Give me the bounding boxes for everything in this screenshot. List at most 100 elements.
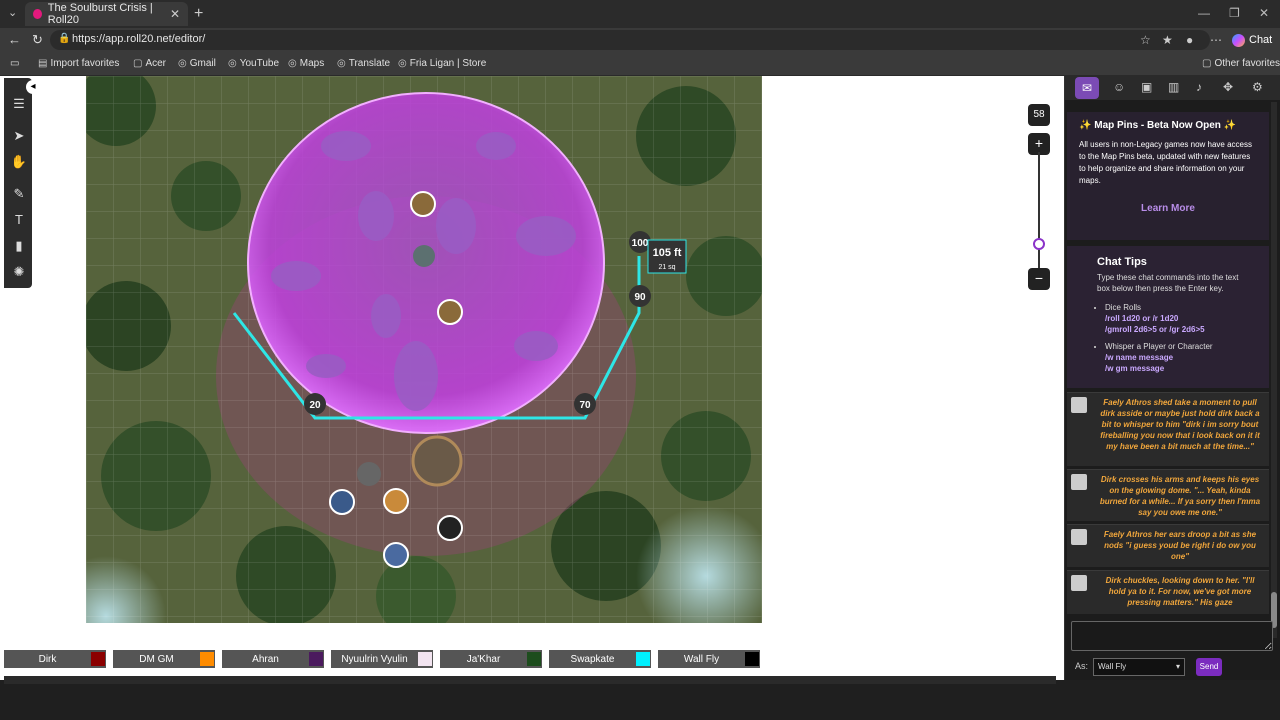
copilot-chat-button[interactable]: Chat (1232, 31, 1272, 49)
token-creature-2 (437, 299, 463, 325)
favorites-icon[interactable]: ★ (1162, 33, 1173, 47)
player-color-swatch[interactable] (200, 652, 214, 666)
avatar (1071, 397, 1087, 413)
tab-settings-icon[interactable]: ⚙ (1252, 80, 1263, 94)
browser-tab-bar: ⌄ The Soulburst Crisis | Roll20 ✕ + — ❐ … (0, 0, 1280, 28)
avatar (1071, 529, 1087, 545)
player-entry[interactable]: Nyuulrin Vyulin (331, 650, 433, 668)
menu-icon[interactable]: ☰ (10, 96, 28, 112)
url-field[interactable]: 🔒 https://app.roll20.net/editor/ (50, 30, 1210, 50)
player-color-swatch[interactable] (91, 652, 105, 666)
speaking-as-label: As: (1075, 661, 1089, 671)
back-icon[interactable]: ← (8, 32, 21, 47)
player-entry[interactable]: DM GM (113, 650, 215, 668)
measure-marker-20: 20 (304, 393, 326, 415)
minimize-icon[interactable]: — (1198, 6, 1210, 20)
tab-jukebox-icon[interactable]: ♪ (1196, 80, 1202, 94)
bookmark-maps[interactable]: ◎ Maps (288, 58, 324, 69)
player-entry[interactable]: Dirk (4, 650, 106, 668)
svg-text:90: 90 (634, 292, 646, 303)
close-tab-icon[interactable]: ✕ (170, 7, 180, 21)
battle-map[interactable]: 20 70 90 100 105 ft 21 sq (86, 76, 762, 623)
chat-tips-title: Chat Tips (1097, 256, 1147, 268)
more-menu-icon[interactable]: ⋯ (1210, 33, 1222, 47)
svg-text:21 sq: 21 sq (658, 264, 675, 271)
refresh-icon[interactable]: ↻ (32, 32, 43, 48)
collapse-toolbar-icon[interactable]: ◂ (26, 80, 40, 94)
map-canvas[interactable]: 20 70 90 100 105 ft 21 sq (86, 76, 762, 623)
player-color-swatch[interactable] (309, 652, 323, 666)
zoom-out-button[interactable]: − (1028, 268, 1050, 290)
tab-decks-icon[interactable]: ✥ (1223, 80, 1233, 94)
announcement-body: All users in non-Legacy games now have a… (1079, 140, 1252, 185)
chat-input[interactable] (1071, 621, 1273, 651)
player-color-swatch[interactable] (745, 652, 759, 666)
chat-label: Chat (1249, 34, 1273, 46)
learn-more-link[interactable]: Learn More (1079, 203, 1257, 214)
tab-list-icon[interactable]: ⌄ (8, 6, 17, 19)
restore-icon[interactable]: ❐ (1229, 6, 1240, 20)
profile-icon[interactable]: ● (1186, 33, 1193, 47)
close-window-icon[interactable]: ✕ (1259, 6, 1269, 20)
zoom-level: 58 (1028, 104, 1050, 126)
player-entry[interactable]: Swapkate (549, 650, 651, 668)
token-faely (383, 542, 409, 568)
sidebar-toggle-icon[interactable]: ▭ (10, 58, 19, 69)
zoom-track[interactable] (1038, 152, 1040, 272)
settings-tool-icon[interactable]: ✺ (10, 264, 28, 280)
tab-chat-icon[interactable]: ✉ (1075, 77, 1099, 99)
svg-text:100: 100 (632, 238, 649, 249)
horizontal-scrollbar[interactable] (4, 676, 1056, 684)
player-entry[interactable]: Ahran (222, 650, 324, 668)
copilot-icon (1232, 33, 1245, 47)
roll20-favicon-icon (33, 9, 42, 19)
app-root: { "browser": { "tab_title": "The Soulbur… (0, 0, 1280, 720)
token-character-large (411, 435, 463, 487)
ruler-tool-icon[interactable]: ▮ (10, 238, 28, 254)
chat-tips-description: Type these chat commands into the text b… (1097, 273, 1239, 293)
player-color-swatch[interactable] (636, 652, 650, 666)
tab-compendium-icon[interactable]: ▥ (1168, 80, 1179, 94)
bookmark-gmail[interactable]: ◎ Gmail (178, 58, 216, 69)
player-entry[interactable]: Ja'Khar (440, 650, 542, 668)
player-name: Dirk (38, 653, 57, 665)
browser-tab[interactable]: The Soulburst Crisis | Roll20 ✕ (25, 2, 188, 26)
other-favorites[interactable]: ▢ Other favorites (1202, 58, 1280, 69)
select-tool-icon[interactable]: ➤ (10, 128, 28, 144)
chat-scrollbar[interactable] (1271, 102, 1277, 638)
url-text: https://app.roll20.net/editor/ (72, 33, 206, 45)
speaking-as-select[interactable]: Wall Fly ▾ (1093, 658, 1185, 676)
sidebar-panel: ✉ ☺ ▣ ▥ ♪ ✥ ⚙ ✨ Map Pins - Beta Now Open… (1064, 76, 1280, 680)
tab-journal-icon[interactable]: ▣ (1141, 80, 1152, 94)
player-entry[interactable]: Wall Fly (658, 650, 760, 668)
sidebar-tabs: ✉ ☺ ▣ ▥ ♪ ✥ ⚙ (1065, 76, 1280, 100)
tab-art-library-icon[interactable]: ☺ (1113, 80, 1125, 94)
favorite-star-icon[interactable]: ☆ (1140, 33, 1151, 47)
bookmark-import-favorites[interactable]: ▤ Import favorites (38, 58, 119, 69)
player-color-swatch[interactable] (418, 652, 432, 666)
chat-tips: Chat Tips Type these chat commands into … (1067, 246, 1269, 388)
token-ahran (383, 488, 409, 514)
player-color-swatch[interactable] (527, 652, 541, 666)
text-tool-icon[interactable]: T (10, 212, 28, 227)
player-name: Wall Fly (683, 653, 720, 665)
zoom-slider-handle[interactable] (1033, 238, 1045, 250)
bookmark-acer[interactable]: ▢ Acer (133, 58, 166, 69)
lock-icon: 🔒 (58, 33, 71, 44)
measure-marker-70: 70 (574, 393, 596, 415)
bookmark-fria-ligan[interactable]: ◎ Fria Ligan | Store (398, 58, 486, 69)
new-tab-icon[interactable]: + (194, 5, 203, 23)
announcement-title: ✨ Map Pins - Beta Now Open ✨ (1079, 120, 1237, 131)
send-button[interactable]: Send (1196, 658, 1222, 676)
avatar (1071, 474, 1087, 490)
tip-whisper: Whisper a Player or Character /w name me… (1105, 341, 1239, 374)
bookmark-youtube[interactable]: ◎ YouTube (228, 58, 279, 69)
player-list: Dirk DM GM Ahran Nyuulrin Vyulin Ja'Khar Swap… (4, 650, 760, 670)
bookmarks-bar: ▭ ▤ Import favorites ▢ Acer ◎ Gmail ◎ YouTub… (0, 52, 1280, 76)
tool-palette: ☰ ➤ ✋ ✎ T ▮ ✺ (4, 78, 32, 288)
bookmark-translate[interactable]: ◎ Translate (337, 58, 390, 69)
player-name: DM GM (139, 653, 174, 665)
pan-tool-icon[interactable]: ✋ (10, 154, 28, 170)
tab-title: The Soulburst Crisis | Roll20 (47, 2, 153, 26)
draw-tool-icon[interactable]: ✎ (10, 186, 28, 202)
